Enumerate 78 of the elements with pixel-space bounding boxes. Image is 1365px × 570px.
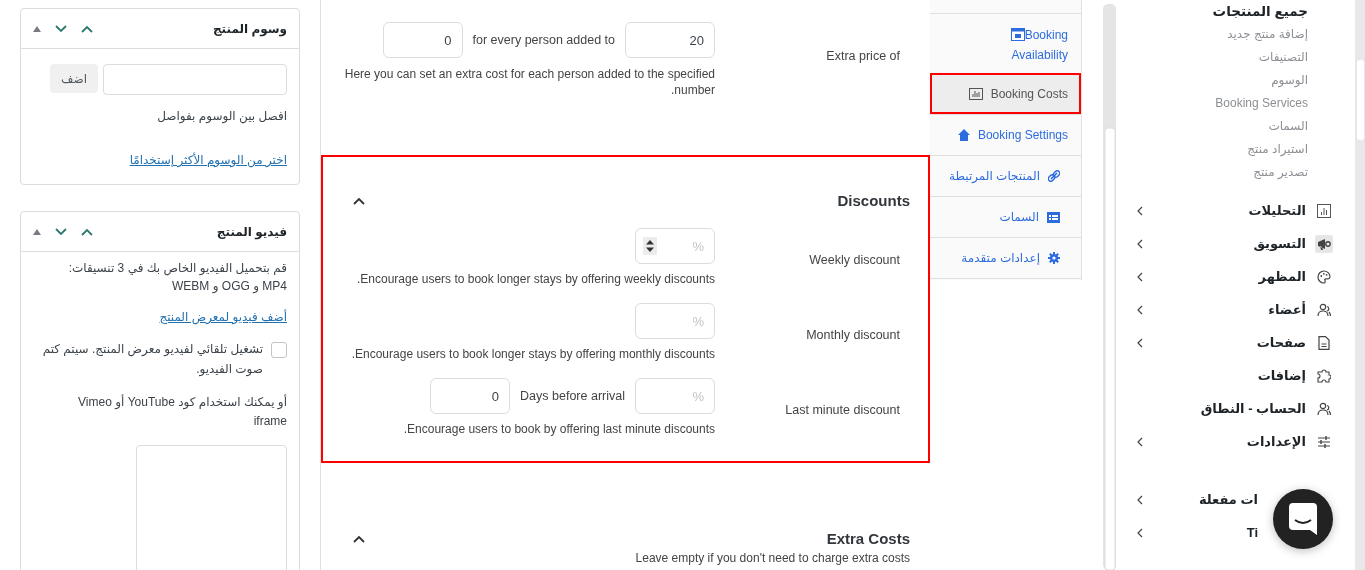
bar-chart-icon [968, 88, 983, 100]
chat-button[interactable] [1273, 489, 1333, 549]
section-title: Discounts [837, 191, 910, 211]
palette-icon [1317, 269, 1331, 284]
field-label: Weekly discount [808, 252, 900, 269]
connector-label: Days before arrival [520, 389, 625, 403]
menu-item[interactable]: الحساب - النطاق [1200, 401, 1306, 416]
menu-item[interactable]: صفحات [1256, 335, 1306, 350]
section-title: Extra Costs [826, 529, 910, 549]
help-text: Leave empty if you don't need to charge extra costs [634, 551, 911, 565]
add-tag-button[interactable]: اضف [50, 64, 98, 93]
submenu-item[interactable]: جميع المنتجات [1116, 0, 1355, 23]
triangle-up-icon[interactable] [33, 228, 41, 235]
triangle-up-icon[interactable] [33, 25, 41, 32]
connector-label: for every person added to [472, 33, 615, 47]
menu-item[interactable]: Ti [1246, 525, 1258, 540]
help-text: Encourage users to book by offering last minute discounts. [403, 421, 715, 437]
persons-field[interactable]: 20 [625, 22, 715, 58]
help-text: Here you can set an extra cost for each person added to the specified number. [343, 66, 715, 98]
calendar-icon [1010, 27, 1025, 41]
tab[interactable]: Booking Settings [930, 114, 1081, 155]
link-icon [1048, 170, 1060, 182]
tab[interactable]: المنتجات المرتبطة [930, 155, 1081, 196]
tab[interactable]: السمات [930, 196, 1081, 237]
chat-icon [1289, 503, 1317, 535]
tab[interactable]: إعدادات متقدمة [930, 237, 1081, 279]
tab[interactable]: Booking Costs [930, 73, 1081, 114]
chevron-left-icon[interactable] [1136, 494, 1144, 505]
upload-instructions: قم بتحميل الفيديو الخاص بك في 3 تنسيقات: MP4 و OGG و WEBM [67, 260, 287, 295]
help-text: Encourage users to book longer stays by offering monthly discounts. [351, 346, 715, 362]
help-text: Encourage users to book longer stays by offering weekly discounts. [357, 271, 715, 287]
chevron-down-icon[interactable] [55, 24, 67, 33]
gear-icon [1048, 252, 1060, 264]
field-label: Monthly discount [805, 327, 900, 344]
percent-field[interactable]: % [635, 378, 715, 414]
embed-code-field[interactable] [136, 445, 287, 570]
menu-item[interactable]: الإعدادات [1246, 434, 1306, 449]
chevron-left-icon[interactable] [1136, 436, 1144, 447]
chevron-left-icon[interactable] [1136, 527, 1144, 538]
chevron-down-icon[interactable] [55, 227, 67, 236]
hint-text: افصل بين الوسوم بفواصل [156, 108, 287, 125]
chevron-left-icon[interactable] [1136, 271, 1144, 282]
field-label: Extra price of [825, 48, 900, 65]
home-icon [957, 129, 970, 141]
megaphone-icon [1315, 234, 1333, 253]
days-field[interactable]: 0 [430, 378, 511, 414]
chevron-left-icon[interactable] [1136, 238, 1144, 249]
chevron-up-icon[interactable] [353, 535, 365, 543]
percent-field[interactable]: % [635, 228, 715, 264]
panel-title: وسوم المنتج [211, 21, 287, 36]
bar-chart-icon [1317, 203, 1331, 218]
chevron-left-icon[interactable] [1136, 337, 1144, 348]
field-label: Last minute discount [784, 402, 900, 419]
menu-item[interactable]: التسويق [1253, 236, 1306, 251]
tag-input-field[interactable] [103, 64, 287, 95]
document-icon [1318, 335, 1330, 350]
add-video-link[interactable]: أضف فيديو لمعرض المنتج [159, 310, 287, 324]
menu-item[interactable]: المظهر [1258, 269, 1306, 284]
embed-hint: أو يمكنك استخدام كود YouTube أو Vimeo iframe [77, 393, 287, 430]
most-used-tags-link[interactable]: اختر من الوسوم الأكثر إستخدامًا [129, 153, 287, 167]
menu-item[interactable]: ات مفعلة [1198, 492, 1258, 507]
puzzle-icon [1317, 368, 1331, 383]
menu-item[interactable]: أعضاء [1268, 302, 1306, 317]
price-field[interactable]: 0 [382, 22, 463, 58]
autoplay-label: تشغيل تلقائي لفيديو معرض المنتج. سيتم كتم صوت الفيديو. [41, 341, 263, 379]
menu-item[interactable]: التحليلات [1248, 203, 1306, 218]
checkbox[interactable] [271, 342, 287, 358]
table-icon [1047, 212, 1060, 223]
sliders-icon [1317, 434, 1331, 449]
spinner-icon[interactable] [643, 237, 657, 255]
users-icon [1317, 401, 1331, 416]
percent-field[interactable]: % [635, 303, 715, 339]
chevron-left-icon[interactable] [1136, 304, 1144, 315]
panel-title: فيديو المنتج [215, 224, 287, 239]
chevron-left-icon[interactable] [1136, 205, 1144, 216]
users-icon [1317, 302, 1331, 317]
chevron-up-icon[interactable] [353, 197, 365, 205]
menu-item[interactable]: إضافات [1257, 368, 1306, 383]
